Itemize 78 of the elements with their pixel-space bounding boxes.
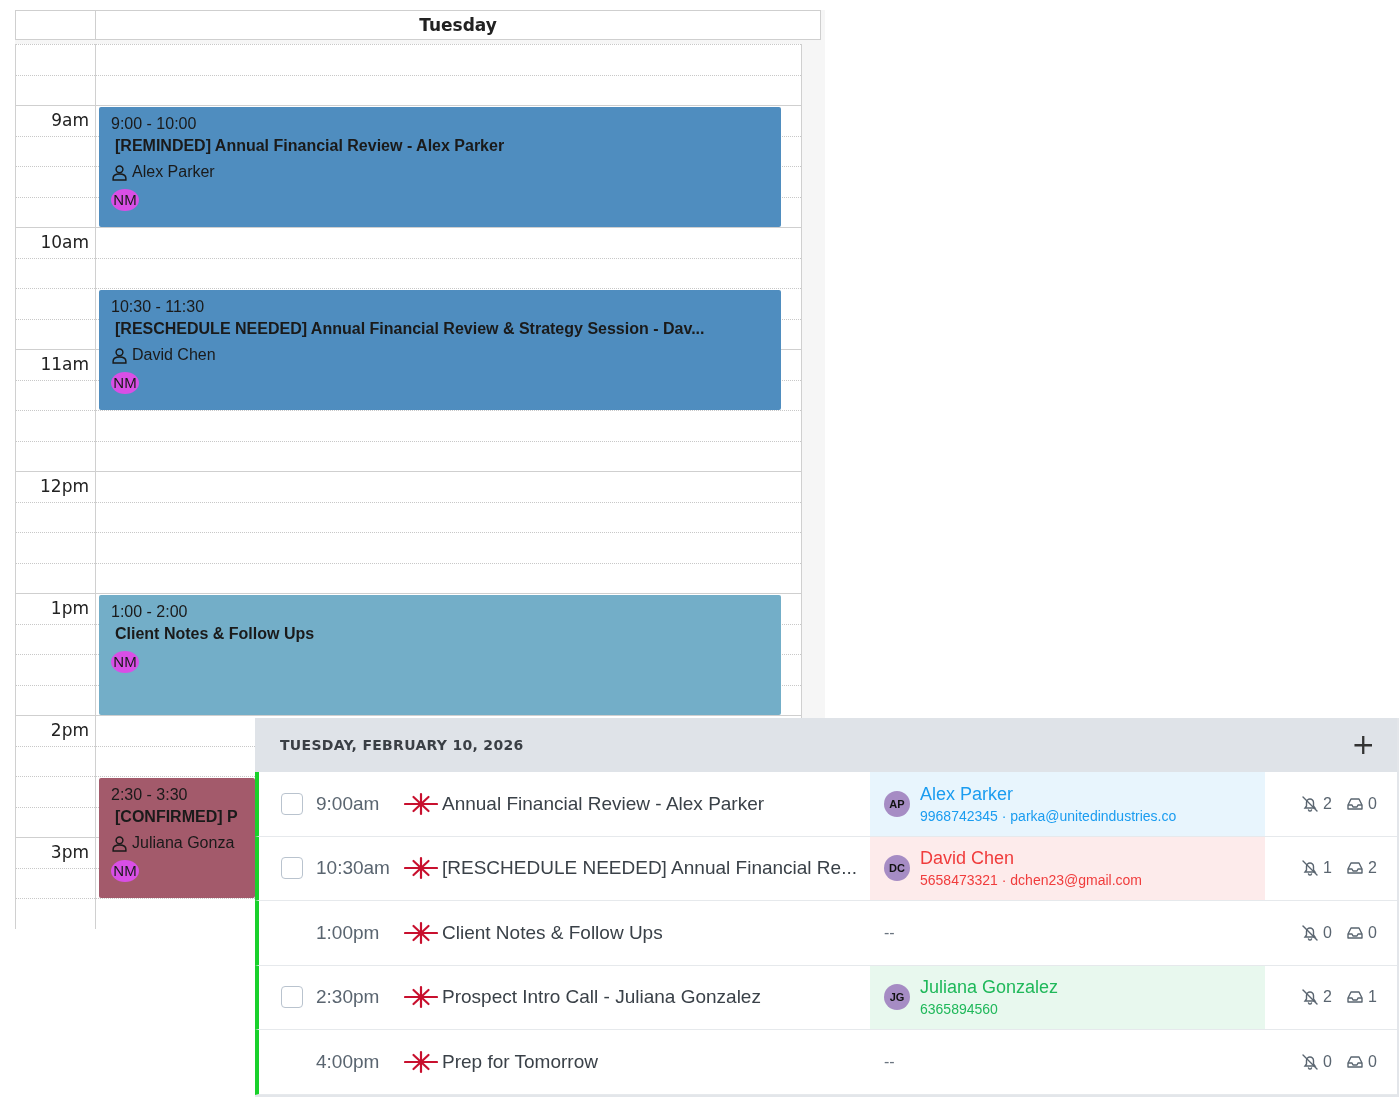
appointment-time: 10:30am <box>316 857 391 880</box>
contact-details: 9968742345 · parka@unitedindustries.co <box>920 807 1177 824</box>
reminder-count: 1 <box>1323 859 1332 878</box>
message-count: 0 <box>1367 923 1377 942</box>
event-person: David Chen <box>132 346 216 364</box>
message-count: 0 <box>1367 794 1377 813</box>
contact-avatar: AP <box>884 790 910 817</box>
empty-contact: -- <box>884 923 895 942</box>
message-count: 2 <box>1367 859 1377 878</box>
hour-label: 12pm <box>40 476 89 496</box>
event-title: [CONFIRMED] P <box>115 808 238 826</box>
event-person: Alex Parker <box>132 163 215 181</box>
agenda-row[interactable]: 10:30am [RESCHEDULE NEEDED] Annual Financial Re... DC David Chen 5658473321 · dchen23@gmail.com 1 2 <box>255 836 1397 901</box>
appointment-title: Client Notes & Follow Ups <box>442 921 664 944</box>
agenda-row[interactable]: 9:00am Annual Financial Review - Alex Parker AP Alex Parker 9968742345 · parka@unitedindustries.co 2 0 <box>255 772 1397 837</box>
calendar-event[interactable]: 2:30 - 3:30 [CONFIRMED] P Juliana Gonza NM <box>99 778 255 898</box>
checkbox[interactable] <box>280 986 303 1009</box>
person-icon <box>111 346 128 364</box>
appointment-time: 1:00pm <box>316 921 381 944</box>
empty-contact: -- <box>884 1052 895 1071</box>
appointment-time: 2:30pm <box>316 986 381 1009</box>
checkbox[interactable] <box>280 792 303 815</box>
asterisk-icon <box>404 856 438 881</box>
event-time: 10:30 - 11:30 <box>111 298 205 316</box>
asterisk-icon <box>404 1049 438 1074</box>
bell-off-icon <box>1301 1052 1319 1071</box>
hour-label: 9am <box>51 110 89 130</box>
reminder-count: 0 <box>1323 1052 1332 1071</box>
event-time: 1:00 - 2:00 <box>111 603 188 621</box>
agenda-date: TUESDAY, FEBRUARY 10, 2026 <box>280 737 524 753</box>
event-time: 2:30 - 3:30 <box>111 786 188 804</box>
contact-details: 5658473321 · dchen23@gmail.com <box>920 872 1143 889</box>
event-title: [RESCHEDULE NEEDED] Annual Financial Review & Strategy Session - Dav... <box>115 320 705 338</box>
event-person: Juliana Gonza <box>132 834 235 852</box>
agenda-row[interactable]: 1:00pm Client Notes & Follow Ups -- 0 0 <box>255 901 1397 966</box>
message-count: 1 <box>1367 988 1377 1007</box>
user-avatar: NM <box>111 651 139 673</box>
day-header: Tuesday <box>418 14 498 37</box>
appointment-title: Annual Financial Review - Alex Parker <box>442 792 766 815</box>
add-button[interactable]: + <box>1347 731 1379 759</box>
user-avatar: NM <box>111 189 139 211</box>
event-time: 9:00 - 10:00 <box>111 115 197 133</box>
message-count: 0 <box>1367 1052 1377 1071</box>
contact-details: 6365894560 <box>920 1001 999 1018</box>
appointment-title: Prep for Tomorrow <box>442 1050 599 1073</box>
user-avatar: NM <box>111 860 139 882</box>
asterisk-icon <box>404 985 438 1010</box>
event-title: Client Notes & Follow Ups <box>115 625 315 643</box>
calendar-event[interactable]: 1:00 - 2:00 Client Notes & Follow Ups NM <box>99 595 781 715</box>
user-avatar: NM <box>111 372 139 394</box>
reminder-count: 2 <box>1323 988 1332 1007</box>
calendar-event[interactable]: 9:00 - 10:00 [REMINDED] Annual Financial Review - Alex Parker Alex Parker NM <box>99 107 781 227</box>
agenda-row[interactable]: 4:00pm Prep for Tomorrow -- 0 0 <box>255 1030 1397 1095</box>
bell-off-icon <box>1301 794 1319 813</box>
hour-label: 3pm <box>50 842 89 862</box>
event-title: [REMINDED] Annual Financial Review - Alex Parker <box>115 137 505 155</box>
appointment-time: 9:00am <box>316 792 381 815</box>
appointment-time: 4:00pm <box>316 1050 381 1073</box>
reminder-count: 0 <box>1323 923 1332 942</box>
hour-label: 11am <box>40 354 89 374</box>
appointment-title: Prospect Intro Call - Juliana Gonzalez <box>442 986 762 1009</box>
person-icon <box>111 163 128 181</box>
contact-avatar: JG <box>884 984 910 1011</box>
bell-off-icon <box>1301 923 1319 942</box>
contact-avatar: DC <box>884 855 910 882</box>
reminder-count: 2 <box>1323 794 1332 813</box>
calendar-event[interactable]: 10:30 - 11:30 [RESCHEDULE NEEDED] Annual Financial Review & Strategy Session - Dav... David Chen NM <box>99 290 781 410</box>
hour-label: 10am <box>40 232 89 252</box>
asterisk-icon <box>404 791 438 816</box>
appointment-title: [RESCHEDULE NEEDED] Annual Financial Re... <box>442 857 858 880</box>
asterisk-icon <box>404 920 438 945</box>
hour-label: 2pm <box>50 720 89 740</box>
checkbox[interactable] <box>280 857 303 880</box>
agenda-row[interactable]: 2:30pm Prospect Intro Call - Juliana Gonzalez JG Juliana Gonzalez 6365894560 2 1 <box>255 965 1397 1030</box>
hour-label: 1pm <box>50 598 89 618</box>
bell-off-icon <box>1301 859 1319 878</box>
bell-off-icon <box>1301 988 1319 1007</box>
person-icon <box>111 834 128 852</box>
